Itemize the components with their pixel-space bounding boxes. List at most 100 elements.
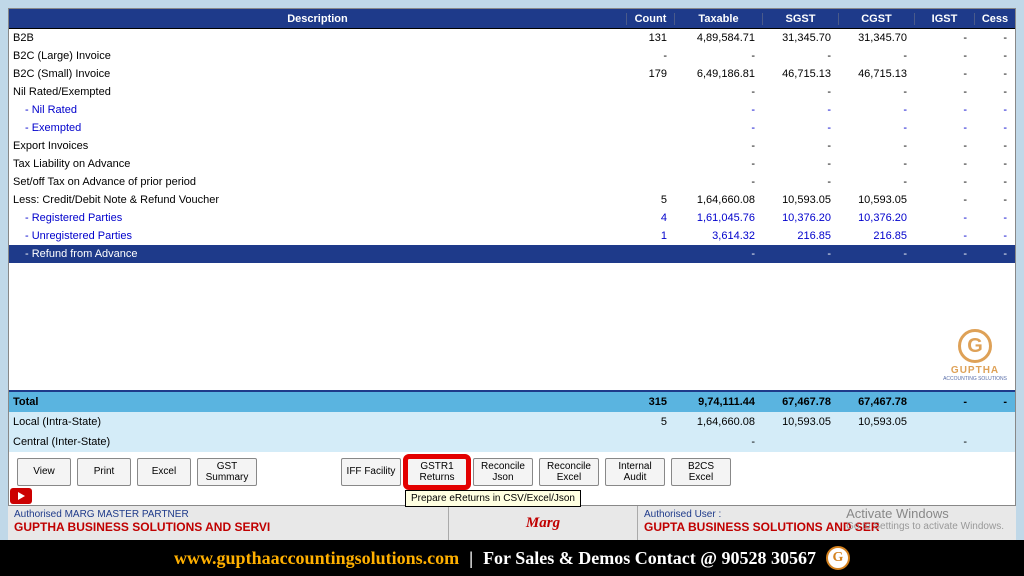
row-desc: - Unregistered Parties	[9, 230, 627, 242]
row-desc: Export Invoices	[9, 140, 627, 152]
banner-sep: |	[469, 548, 473, 569]
row-igst: -	[915, 86, 975, 98]
gst-summary-button[interactable]: GST Summary	[197, 458, 257, 486]
activate-line1: Activate Windows	[846, 506, 1004, 521]
table-row[interactable]: - Exempted-----	[9, 119, 1015, 137]
guptha-logo: G GUPTHA ACCOUNTING SOLUTIONS	[943, 329, 1007, 382]
table-row[interactable]: B2C (Small) Invoice1796,49,186.8146,715.…	[9, 65, 1015, 83]
total-count: 315	[627, 396, 675, 408]
table-row[interactable]: B2B1314,89,584.7131,345.7031,345.70--	[9, 29, 1015, 47]
table-row[interactable]: - Nil Rated-----	[9, 101, 1015, 119]
row-count: 1	[627, 230, 675, 242]
row-desc: - Refund from Advance	[9, 248, 627, 260]
row-cess: -	[975, 194, 1015, 206]
table-row[interactable]: Export Invoices-----	[9, 137, 1015, 155]
table-row[interactable]: B2C (Large) Invoice------	[9, 47, 1015, 65]
row-sgst: 216.85	[763, 230, 839, 242]
table-row[interactable]: - Refund from Advance-----	[9, 245, 1015, 263]
reconcile-excel-button[interactable]: Reconcile Excel	[539, 458, 599, 486]
row-desc: Less: Credit/Debit Note & Refund Voucher	[9, 194, 627, 206]
table-row[interactable]: Nil Rated/Exempted-----	[9, 83, 1015, 101]
activate-line2: Go to Settings to activate Windows.	[846, 521, 1004, 532]
table-row[interactable]: Less: Credit/Debit Note & Refund Voucher…	[9, 191, 1015, 209]
gstr1-returns-button[interactable]: GSTR1 Returns	[407, 458, 467, 486]
col-header-taxable: Taxable	[675, 13, 763, 25]
row-sgst: -	[763, 248, 839, 260]
row-sgst: 10,593.05	[763, 194, 839, 206]
row-cess: -	[975, 140, 1015, 152]
tooltip: Prepare eReturns in CSV/Excel/Json	[405, 490, 581, 507]
excel-button[interactable]: Excel	[137, 458, 191, 486]
row-desc: - Nil Rated	[9, 104, 627, 116]
row-taxable: -	[675, 248, 763, 260]
table-header: Description Count Taxable SGST CGST IGST…	[9, 9, 1015, 29]
row-cess: -	[975, 122, 1015, 134]
row-taxable: -	[675, 86, 763, 98]
row-cess: -	[975, 176, 1015, 188]
footer-mid: Marg	[448, 506, 638, 540]
row-desc: - Exempted	[9, 122, 627, 134]
col-header-description: Description	[9, 13, 627, 25]
play-icon[interactable]	[10, 488, 32, 504]
table-row[interactable]: - Registered Parties41,61,045.7610,376.2…	[9, 209, 1015, 227]
central-taxable: -	[675, 436, 763, 448]
total-label: Total	[9, 396, 627, 408]
row-cess: -	[975, 86, 1015, 98]
central-igst: -	[915, 436, 975, 448]
row-igst: -	[915, 176, 975, 188]
table-row[interactable]: Tax Liability on Advance-----	[9, 155, 1015, 173]
row-cess: -	[975, 230, 1015, 242]
table-row[interactable]: - Unregistered Parties13,614.32216.85216…	[9, 227, 1015, 245]
row-taxable: -	[675, 122, 763, 134]
row-taxable: -	[675, 50, 763, 62]
row-sgst: -	[763, 50, 839, 62]
row-desc: B2C (Small) Invoice	[9, 68, 627, 80]
row-taxable: -	[675, 104, 763, 116]
row-count: 5	[627, 194, 675, 206]
row-cess: -	[975, 50, 1015, 62]
row-count: 179	[627, 68, 675, 80]
row-igst: -	[915, 158, 975, 170]
col-header-cess: Cess	[975, 13, 1015, 25]
row-taxable: 1,61,045.76	[675, 212, 763, 224]
reconcile-json-button[interactable]: Reconcile Json	[473, 458, 533, 486]
partner-name: GUPTHA BUSINESS SOLUTIONS AND SERVI	[14, 520, 442, 534]
internal-audit-button[interactable]: Internal Audit	[605, 458, 665, 486]
row-taxable: -	[675, 176, 763, 188]
local-taxable: 1,64,660.08	[675, 416, 763, 428]
row-taxable: -	[675, 158, 763, 170]
row-cess: -	[975, 212, 1015, 224]
row-sgst: -	[763, 176, 839, 188]
row-cess: -	[975, 104, 1015, 116]
b2cs-excel-button[interactable]: B2CS Excel	[671, 458, 731, 486]
local-label: Local (Intra-State)	[9, 416, 627, 428]
col-header-count: Count	[627, 13, 675, 25]
row-igst: -	[915, 50, 975, 62]
row-count: -	[627, 50, 675, 62]
row-taxable: 6,49,186.81	[675, 68, 763, 80]
table-row[interactable]: Set/off Tax on Advance of prior period--…	[9, 173, 1015, 191]
row-cgst: 10,593.05	[839, 194, 915, 206]
row-cgst: -	[839, 248, 915, 260]
total-sgst: 67,467.78	[763, 396, 839, 408]
central-row: Central (Inter-State) - -	[9, 432, 1015, 452]
iff-facility-button[interactable]: IFF Facility	[341, 458, 401, 486]
row-desc: Nil Rated/Exempted	[9, 86, 627, 98]
row-sgst: -	[763, 86, 839, 98]
col-header-igst: IGST	[915, 13, 975, 25]
activate-windows-watermark: Activate Windows Go to Settings to activ…	[846, 506, 1004, 532]
logo-subtext: ACCOUNTING SOLUTIONS	[943, 376, 1007, 382]
footer-left: Authorised MARG MASTER PARTNER GUPTHA BU…	[8, 506, 448, 540]
view-button[interactable]: View	[17, 458, 71, 486]
print-button[interactable]: Print	[77, 458, 131, 486]
row-cgst: 10,376.20	[839, 212, 915, 224]
row-cgst: 31,345.70	[839, 32, 915, 44]
total-igst: -	[915, 396, 975, 408]
row-cess: -	[975, 68, 1015, 80]
row-desc: Set/off Tax on Advance of prior period	[9, 176, 627, 188]
row-desc: - Registered Parties	[9, 212, 627, 224]
row-taxable: -	[675, 140, 763, 152]
total-row: Total 315 9,74,111.44 67,467.78 67,467.7…	[9, 392, 1015, 412]
central-label: Central (Inter-State)	[9, 436, 627, 448]
row-desc: B2B	[9, 32, 627, 44]
